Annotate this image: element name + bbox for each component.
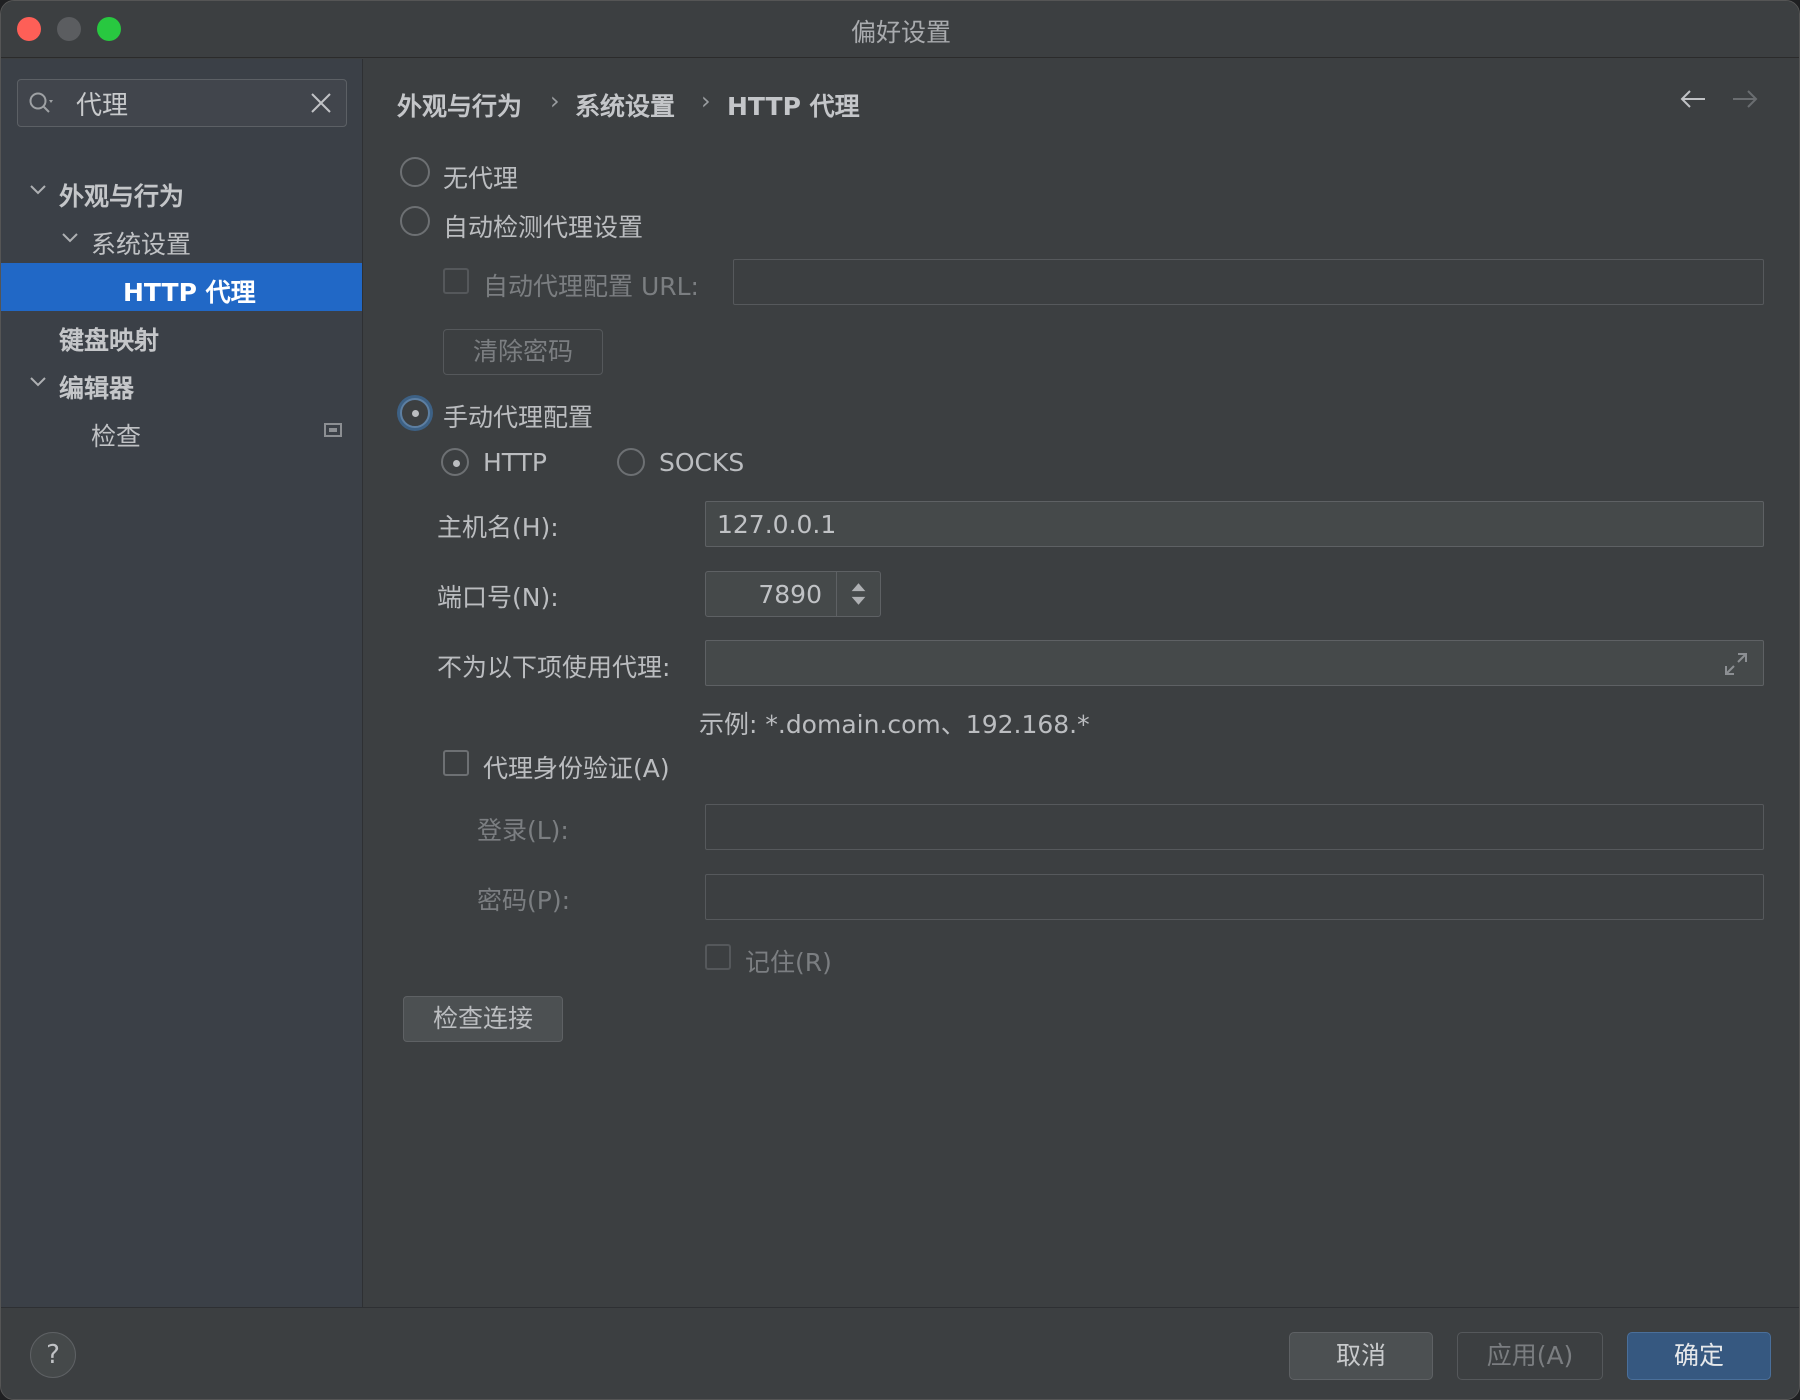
cancel-button[interactable]: 取消	[1289, 1332, 1433, 1380]
sidebar-item-system-settings[interactable]: 系统设置	[1, 215, 362, 263]
manual-proxy-label[interactable]: 手动代理配置	[443, 398, 593, 434]
proxy-auth-label[interactable]: 代理身份验证(A)	[483, 749, 670, 785]
sidebar-item-label: 系统设置	[91, 230, 192, 259]
forward-arrow-icon[interactable]	[1730, 87, 1760, 111]
sidebar-item-inspections[interactable]: 检查	[1, 407, 362, 455]
proxy-auth-checkbox[interactable]	[443, 750, 469, 776]
port-label: 端口号(N):	[437, 583, 559, 612]
no-proxy-for-label: 不为以下项使用代理:	[437, 653, 671, 682]
clear-password-button[interactable]: 清除密码	[443, 329, 603, 375]
auto-detect-label[interactable]: 自动检测代理设置	[443, 208, 643, 244]
no-proxy-label[interactable]: 无代理	[443, 159, 518, 195]
sidebar-item-keymap[interactable]: 键盘映射	[1, 311, 362, 359]
window-title: 偏好设置	[850, 18, 951, 47]
apply-button[interactable]: 应用(A)	[1457, 1332, 1603, 1380]
port-stepper[interactable]: 7890	[705, 571, 881, 617]
project-settings-icon	[324, 423, 342, 437]
back-arrow-icon[interactable]	[1678, 87, 1708, 111]
search-icon[interactable]	[28, 91, 58, 117]
clear-search-icon[interactable]	[308, 90, 334, 116]
host-label: 主机名(H):	[437, 513, 559, 542]
main-panel: 外观与行为 › 系统设置 › HTTP 代理 无代理 自动检测代理设置 自动代理…	[364, 59, 1799, 1307]
sidebar-item-label: 编辑器	[59, 374, 135, 403]
stepper-arrows-icon[interactable]	[836, 572, 880, 616]
manual-proxy-radio[interactable]	[400, 398, 430, 428]
chevron-down-icon[interactable]	[29, 183, 47, 197]
chevron-down-icon[interactable]	[29, 375, 47, 389]
preferences-window: 偏好设置 外观与行为 系统设置	[0, 0, 1800, 1400]
remember-password-label[interactable]: 记住(R)	[745, 943, 832, 979]
password-label: 密码(P):	[477, 886, 571, 915]
sidebar-item-label: 外观与行为	[59, 182, 185, 211]
http-protocol-label[interactable]: HTTP	[483, 448, 547, 477]
auto-detect-radio[interactable]	[400, 206, 430, 236]
login-label: 登录(L):	[477, 816, 569, 845]
auto-config-url-input[interactable]	[733, 259, 1764, 305]
sidebar-item-http-proxy[interactable]: HTTP 代理	[1, 263, 362, 311]
settings-search[interactable]	[17, 79, 347, 127]
sidebar-item-appearance-behavior[interactable]: 外观与行为	[1, 167, 362, 215]
sidebar-item-label: HTTP 代理	[123, 278, 256, 307]
auto-config-url-label: 自动代理配置 URL:	[483, 272, 699, 301]
host-input[interactable]	[705, 501, 1764, 547]
sidebar-item-label: 检查	[91, 422, 142, 451]
socks-protocol-label[interactable]: SOCKS	[659, 448, 744, 477]
breadcrumb-separator: ›	[550, 87, 560, 115]
sidebar: 外观与行为 系统设置 HTTP 代理 键盘映射 编辑器 检查	[1, 59, 363, 1307]
remember-password-checkbox[interactable]	[705, 944, 731, 970]
auto-config-url-checkbox[interactable]	[443, 268, 469, 294]
login-input[interactable]	[705, 804, 1764, 850]
breadcrumb-current: HTTP 代理	[727, 92, 860, 121]
no-proxy-for-input[interactable]	[705, 640, 1764, 686]
password-input[interactable]	[705, 874, 1764, 920]
http-protocol-radio[interactable]	[441, 448, 469, 476]
no-proxy-radio[interactable]	[400, 157, 430, 187]
expand-icon[interactable]	[1723, 651, 1749, 677]
title-bar: 偏好设置	[1, 1, 1799, 58]
socks-protocol-radio[interactable]	[617, 448, 645, 476]
sidebar-item-editor[interactable]: 编辑器	[1, 359, 362, 407]
breadcrumb-separator: ›	[701, 87, 711, 115]
search-input[interactable]	[76, 80, 296, 126]
dialog-footer: ? 取消 应用(A) 确定	[1, 1307, 1799, 1399]
no-proxy-example: 示例: *.domain.com、192.168.*	[699, 710, 1090, 739]
breadcrumb-item[interactable]: 外观与行为	[397, 87, 522, 123]
port-value[interactable]: 7890	[758, 580, 822, 609]
sidebar-item-label: 键盘映射	[59, 326, 160, 355]
chevron-down-icon[interactable]	[61, 231, 79, 245]
breadcrumb-item[interactable]: 系统设置	[575, 87, 675, 123]
check-connection-button[interactable]: 检查连接	[403, 996, 563, 1042]
ok-button[interactable]: 确定	[1627, 1332, 1771, 1380]
help-button[interactable]: ?	[30, 1332, 76, 1378]
